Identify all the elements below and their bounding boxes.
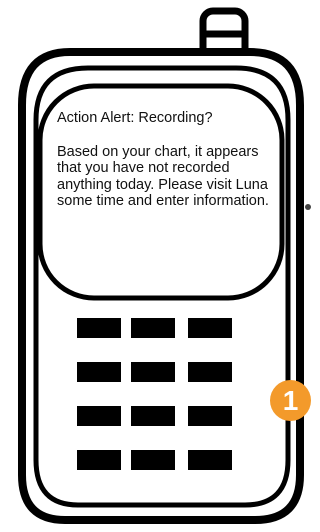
keypad-key[interactable] bbox=[77, 362, 121, 382]
keypad-key[interactable] bbox=[188, 450, 232, 470]
alert-title: Action Alert: Recording? bbox=[57, 110, 213, 126]
keypad-key[interactable] bbox=[77, 318, 121, 338]
keypad-key[interactable] bbox=[131, 362, 175, 382]
keypad-key[interactable] bbox=[188, 318, 232, 338]
keypad-key[interactable] bbox=[131, 318, 175, 338]
keypad-key[interactable] bbox=[77, 450, 121, 470]
keypad-key[interactable] bbox=[131, 450, 175, 470]
step-number-badge: 1 bbox=[270, 380, 311, 421]
alert-message: Based on your chart, it appears that you… bbox=[57, 143, 269, 210]
keypad-key[interactable] bbox=[188, 362, 232, 382]
keypad-key[interactable] bbox=[131, 406, 175, 426]
dot-icon bbox=[305, 204, 311, 210]
alert-message-area: Action Alert: Recording? Based on your c… bbox=[57, 110, 271, 210]
keypad-key[interactable] bbox=[188, 406, 232, 426]
mobile-phone-icon bbox=[18, 7, 311, 524]
keypad-key[interactable] bbox=[77, 406, 121, 426]
